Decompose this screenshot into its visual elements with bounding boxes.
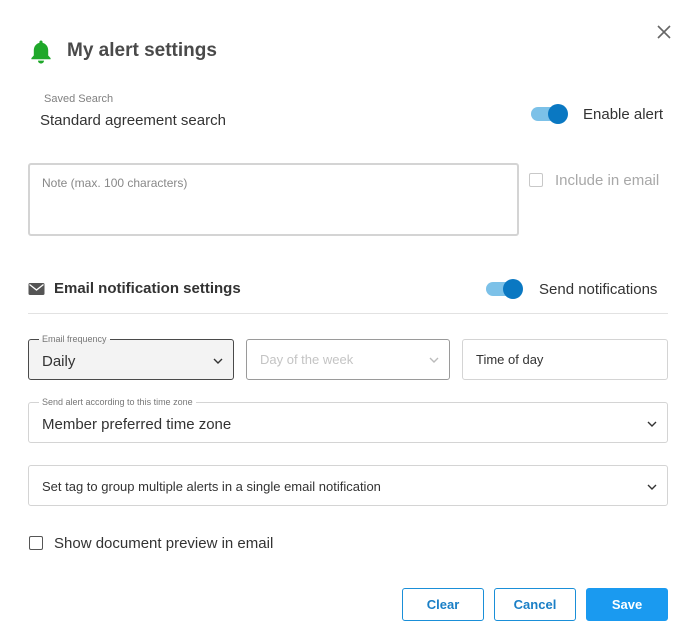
envelope-icon [28,282,45,295]
email-section-title: Email notification settings [54,280,241,297]
toggle-knob [503,279,523,299]
time-of-day-placeholder: Time of day [476,352,544,367]
time-zone-select[interactable]: Send alert according to this time zone M… [28,396,668,443]
email-frequency-value: Daily [42,353,76,370]
send-notifications-label: Send notifications [539,281,658,298]
day-of-week-placeholder: Day of the week [260,352,354,367]
saved-search-value: Standard agreement search [40,112,226,129]
chevron-down-icon [647,421,657,427]
clear-button[interactable]: Clear [402,588,484,621]
email-frequency-select[interactable]: Email frequency Daily [28,333,234,380]
chevron-down-icon [213,358,223,364]
email-section-header: Email notification settings [28,280,241,297]
note-input[interactable] [42,176,505,223]
day-of-week-select[interactable]: Day of the week [246,339,450,380]
close-button[interactable] [654,22,674,42]
enable-alert-label: Enable alert [583,106,664,123]
show-preview-label: Show document preview in email [54,535,274,552]
time-zone-legend: Send alert according to this time zone [39,396,196,408]
show-preview-checkbox[interactable] [29,536,43,550]
toggle-knob [548,104,568,124]
group-tag-select[interactable]: Set tag to group multiple alerts in a si… [28,465,668,506]
dialog-header: My alert settings [28,38,217,64]
email-frequency-legend: Email frequency [39,333,110,345]
save-button[interactable]: Save [586,588,668,621]
note-field[interactable] [28,163,519,236]
time-zone-value: Member preferred time zone [42,416,232,433]
cancel-button[interactable]: Cancel [494,588,576,621]
chevron-down-icon [647,484,657,490]
chevron-down-icon [429,357,439,363]
enable-alert-toggle[interactable] [531,103,569,125]
send-notifications-toggle[interactable] [486,278,524,300]
bell-icon [31,40,51,64]
group-tag-placeholder: Set tag to group multiple alerts in a si… [42,479,381,494]
saved-search-label: Saved Search [44,93,114,105]
include-in-email-label: Include in email [555,172,660,189]
section-divider [28,313,668,314]
time-of-day-input[interactable]: Time of day [462,339,668,380]
dialog-title: My alert settings [67,40,217,61]
include-in-email-checkbox[interactable] [529,173,543,187]
close-icon [657,25,671,39]
